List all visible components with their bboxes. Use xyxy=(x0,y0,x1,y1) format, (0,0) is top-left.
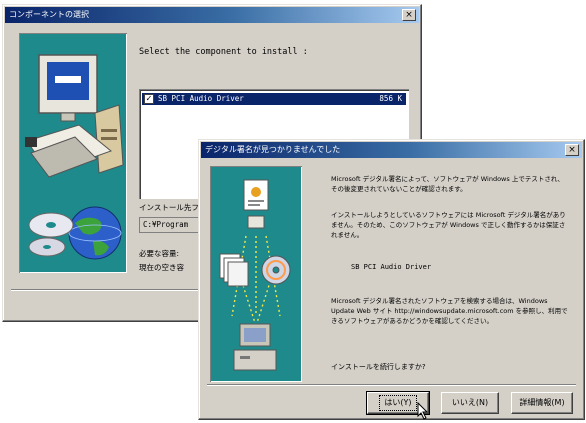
component-size: 856 K xyxy=(379,94,402,103)
no-button[interactable]: いいえ(N) xyxy=(441,392,499,414)
monitor-icon xyxy=(38,54,98,122)
component-name: SB PCI Audio Driver xyxy=(158,94,244,103)
document-icon xyxy=(243,179,269,229)
front-art-illustration xyxy=(219,179,291,371)
back-separator xyxy=(11,289,201,291)
front-separator xyxy=(207,384,576,386)
details-button[interactable]: 詳細情報(M) xyxy=(511,392,573,414)
back-titlebar: コンポーネントの選択 × xyxy=(5,7,419,23)
yes-button-label: はい(Y) xyxy=(379,395,417,411)
continue-question: インストールを続行しますか? xyxy=(331,363,426,371)
unsigned-warning: インストールしようとしているソフトウェアには Microsoft デジタル署名が… xyxy=(331,211,566,239)
windows-update-hint: Microsoft デジタル署名されたソフトウェアを検索する場合は、Window… xyxy=(331,296,571,326)
list-item[interactable]: ✓ SB PCI Audio Driver 856 K xyxy=(142,93,406,105)
disc-icon xyxy=(28,212,74,257)
component-instruction: Select the component to install : xyxy=(139,47,308,57)
computer-icon xyxy=(233,323,277,371)
back-art-panel xyxy=(19,33,127,273)
space-required-label: 必要な容量: xyxy=(139,249,180,258)
globe-icon xyxy=(68,206,122,260)
front-title: デジタル署名が見つかりませんでした xyxy=(205,145,341,154)
front-close-button[interactable]: × xyxy=(565,144,579,156)
back-close-button[interactable]: × xyxy=(402,9,416,21)
install-path: C:¥Program xyxy=(143,220,189,229)
mouse-cursor-icon xyxy=(417,402,429,420)
driver-name: SB PCI Audio Driver xyxy=(351,263,432,271)
component-checkbox[interactable]: ✓ xyxy=(144,94,154,104)
pages-icon xyxy=(219,253,249,287)
signature-explanation: Microsoft デジタル署名によって、ソフトウェアが Windows 上でテ… xyxy=(331,175,564,193)
space-available-label: 現在の空き容 xyxy=(139,263,184,272)
install-to-label: インストール先フォ xyxy=(139,203,207,212)
digital-signature-dialog: デジタル署名が見つかりませんでした × Microsoft デジタル署名によって… xyxy=(198,139,585,420)
computer-icon xyxy=(94,104,124,174)
cd-icon xyxy=(261,255,291,285)
back-title: コンポーネントの選択 xyxy=(9,10,89,19)
front-titlebar: デジタル署名が見つかりませんでした × xyxy=(201,142,582,158)
back-art-illustration xyxy=(25,54,124,260)
front-art-panel xyxy=(210,166,302,382)
